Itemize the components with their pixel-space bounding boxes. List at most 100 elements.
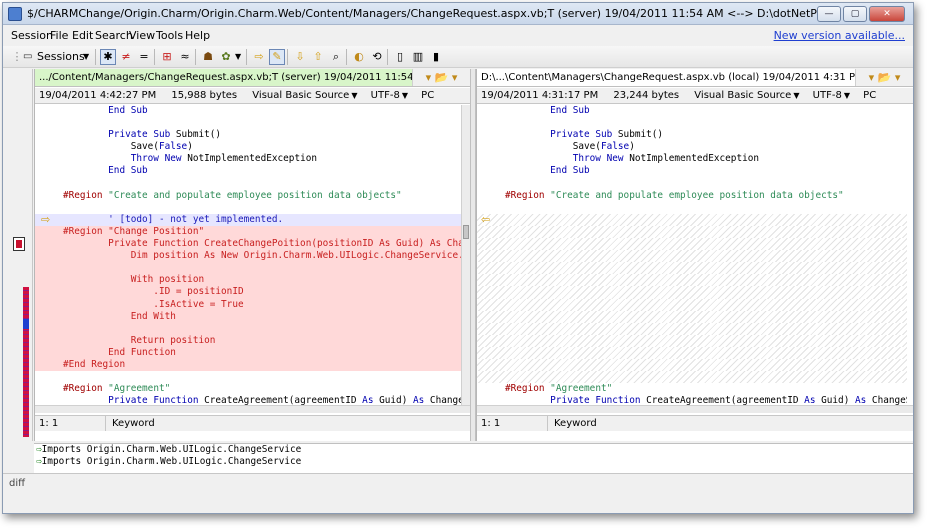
sessions-dropdown-icon[interactable]: ▼ <box>83 49 89 65</box>
code-line[interactable]: End With <box>35 310 463 323</box>
left-vertical-scrollbar[interactable] <box>461 105 470 405</box>
left-open-icon[interactable]: ▾ 📂 ▾ <box>412 69 470 86</box>
previous-difference-icon[interactable]: ⇧ <box>310 49 326 65</box>
code-line[interactable] <box>477 202 907 214</box>
code-line[interactable] <box>477 322 907 335</box>
toolbar-separator <box>195 49 196 65</box>
code-line[interactable]: #Region "Agreement" <box>35 383 463 395</box>
format-dropdown-icon[interactable]: ▼ <box>235 49 241 65</box>
code-line[interactable]: End Function <box>35 346 463 359</box>
code-line[interactable]: #Region "Change Position" <box>35 225 463 239</box>
code-line[interactable] <box>477 178 907 190</box>
pane-right-icon[interactable]: ▮ <box>428 49 444 65</box>
right-open-icon[interactable]: ▾ 📂 ▾ <box>855 69 913 86</box>
menu-search[interactable]: Search <box>95 29 133 42</box>
show-all-icon[interactable]: ✱ <box>100 49 116 65</box>
pane-left-icon[interactable]: ▯ <box>392 49 408 65</box>
next-difference-icon[interactable]: ⇩ <box>292 49 308 65</box>
code-line[interactable]: #Region "Create and populate employee po… <box>35 190 463 202</box>
minimize-button[interactable]: — <box>817 6 841 22</box>
code-line[interactable] <box>477 117 907 129</box>
code-line[interactable]: #Region "Agreement" <box>477 383 907 395</box>
context-icon[interactable]: ⊞ <box>159 49 175 65</box>
code-line[interactable]: End Sub <box>35 105 463 117</box>
left-encoding[interactable]: UTF-8 <box>371 90 400 101</box>
code-line[interactable]: Private Sub Submit() <box>35 129 463 141</box>
refresh-icon[interactable]: ⟲ <box>369 49 385 65</box>
show-same-icon[interactable]: = <box>136 49 152 65</box>
code-line[interactable]: Save(False) <box>477 141 907 153</box>
left-scroll-thumb[interactable] <box>463 225 469 239</box>
code-line[interactable]: Dim position As New Origin.Charm.Web.UIL… <box>35 250 463 263</box>
right-horizontal-scrollbar[interactable] <box>477 405 913 413</box>
new-version-link[interactable]: New version available... <box>774 29 905 42</box>
code-line[interactable]: Private Function CreateAgreement(agreeme… <box>35 395 463 405</box>
show-differences-icon[interactable]: ≠ <box>118 49 134 65</box>
left-format[interactable]: Visual Basic Source <box>252 90 349 101</box>
code-line[interactable] <box>477 238 907 251</box>
overview-gutter[interactable] <box>3 69 33 441</box>
right-format[interactable]: Visual Basic Source <box>694 90 791 101</box>
menu-session[interactable]: Session <box>11 29 53 42</box>
right-lineend[interactable]: PC <box>863 90 876 101</box>
code-line[interactable]: Private Sub Submit() <box>477 129 907 141</box>
left-path-bar[interactable]: .../Content/Managers/ChangeRequest.aspx.… <box>35 69 470 87</box>
code-line[interactable] <box>477 310 907 323</box>
code-line[interactable]: #End Region <box>35 358 463 372</box>
rules-icon[interactable]: ☗ <box>200 49 216 65</box>
menu-view[interactable]: View <box>129 29 155 42</box>
code-line[interactable] <box>35 371 463 383</box>
edit-icon[interactable]: ✎ <box>269 49 285 65</box>
menu-file[interactable]: File <box>50 29 68 42</box>
left-code-view[interactable]: End Sub Private Sub Submit() Save(False)… <box>35 105 463 405</box>
menu-tools[interactable]: Tools <box>156 29 183 42</box>
right-path-bar[interactable]: D:\...\Content\Managers\ChangeRequest.as… <box>477 69 913 87</box>
code-line[interactable] <box>477 358 907 372</box>
code-line[interactable]: Private Function CreateChangePoition(pos… <box>35 238 463 251</box>
copy-left-icon[interactable]: ◐ <box>351 49 367 65</box>
code-line[interactable] <box>477 225 907 239</box>
code-line[interactable]: Save(False) <box>35 141 463 153</box>
maximize-button[interactable]: ▢ <box>843 6 867 22</box>
code-line[interactable]: End Sub <box>477 105 907 117</box>
sessions-button[interactable]: Sessions <box>37 49 85 65</box>
code-line[interactable] <box>477 250 907 263</box>
code-line[interactable] <box>477 298 907 311</box>
ignore-unimportant-icon[interactable]: ≈ <box>177 49 193 65</box>
code-line[interactable] <box>477 262 907 275</box>
code-line[interactable]: With position <box>35 274 463 287</box>
code-line[interactable] <box>35 202 463 214</box>
code-line[interactable]: Throw New NotImplementedException <box>477 153 907 165</box>
right-encoding[interactable]: UTF-8 <box>813 90 842 101</box>
code-line[interactable] <box>477 274 907 287</box>
code-line[interactable]: .ID = positionID <box>35 286 463 299</box>
code-line[interactable] <box>477 213 907 226</box>
find-icon[interactable]: ⌕ <box>328 49 344 65</box>
code-line[interactable]: Return position <box>35 334 463 347</box>
swap-sides-icon[interactable]: ⇨ <box>251 49 267 65</box>
format-icon[interactable]: ✿ <box>218 49 234 65</box>
code-line[interactable] <box>35 262 463 275</box>
menu-help[interactable]: Help <box>185 29 210 42</box>
code-line[interactable]: .IsActive = True <box>35 298 463 311</box>
pane-split-icon[interactable]: ▥ <box>410 49 426 65</box>
line-detail-view[interactable]: ⇨Imports Origin.Charm.Web.UILogic.Change… <box>34 443 913 473</box>
left-horizontal-scrollbar[interactable] <box>35 405 470 413</box>
code-line[interactable]: #Region "Create and populate employee po… <box>477 190 907 202</box>
right-code-view[interactable]: End Sub Private Sub Submit() Save(False)… <box>477 105 907 405</box>
menu-edit[interactable]: Edit <box>72 29 93 42</box>
code-line[interactable] <box>477 334 907 347</box>
code-line[interactable]: End Sub <box>35 165 463 177</box>
code-line[interactable] <box>35 322 463 335</box>
code-line[interactable]: End Sub <box>477 165 907 177</box>
code-line[interactable] <box>35 178 463 190</box>
code-line[interactable]: Throw New NotImplementedException <box>35 153 463 165</box>
code-line[interactable] <box>477 286 907 299</box>
code-line[interactable]: Private Function CreateAgreement(agreeme… <box>477 395 907 405</box>
code-line[interactable] <box>477 346 907 359</box>
code-line[interactable] <box>477 371 907 384</box>
code-line[interactable] <box>35 117 463 129</box>
left-lineend[interactable]: PC <box>421 90 434 101</box>
code-line[interactable]: ' [todo] - not yet implemented. <box>35 213 463 226</box>
close-button[interactable]: ✕ <box>869 6 905 22</box>
